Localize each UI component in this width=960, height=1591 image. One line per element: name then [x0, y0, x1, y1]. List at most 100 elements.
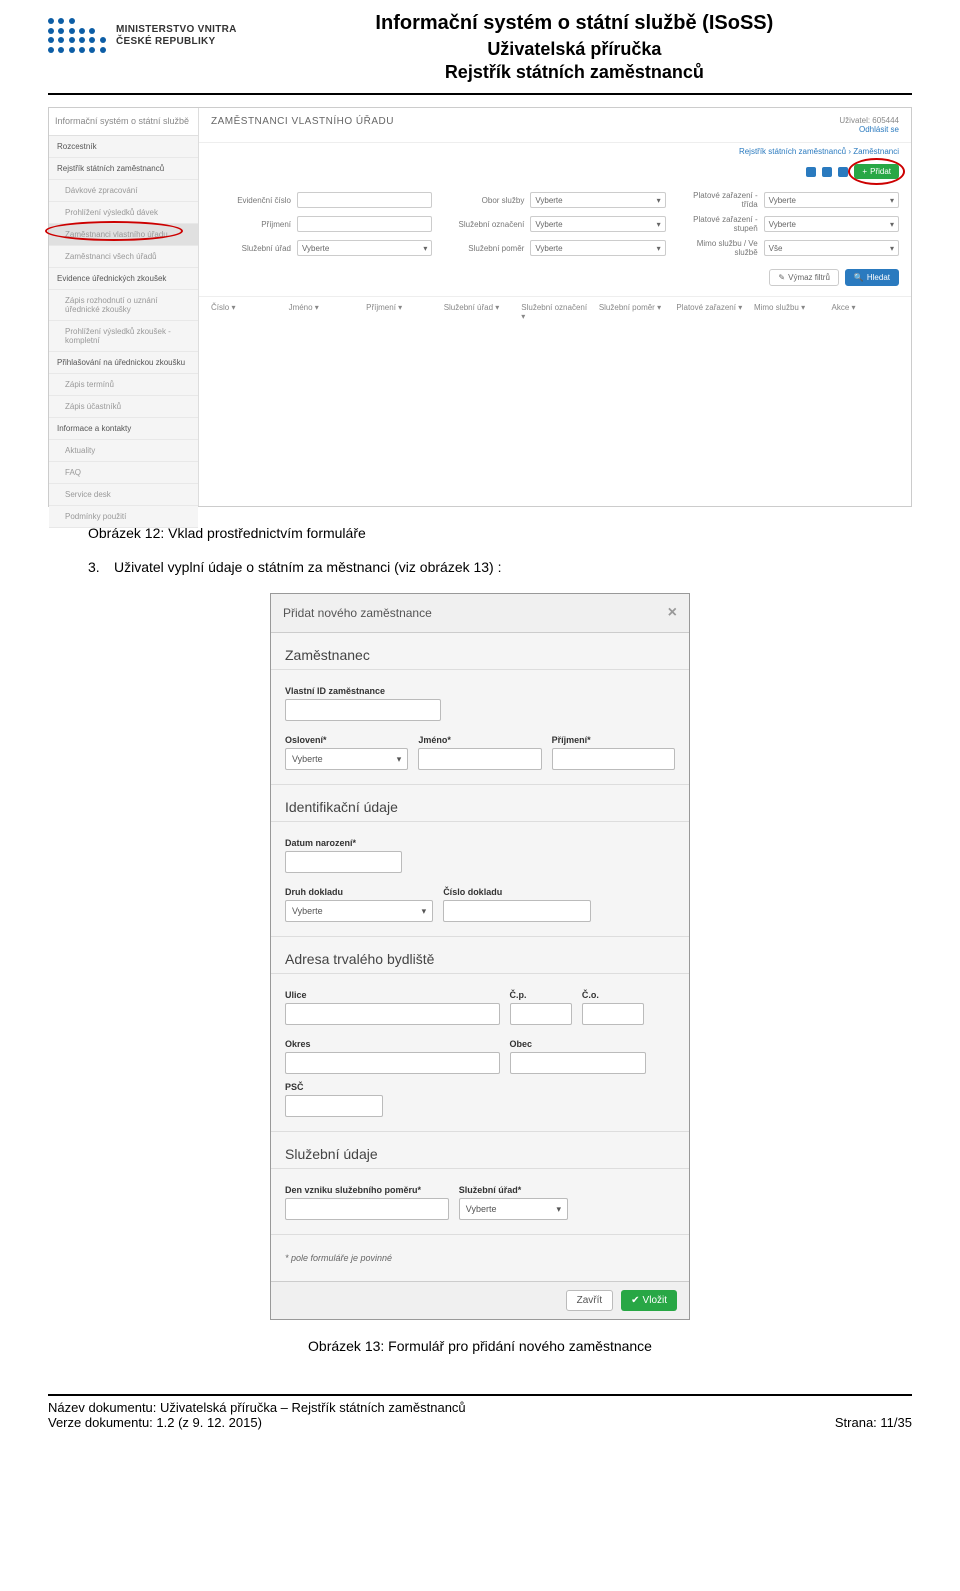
sidebar-item[interactable]: Dávkové zpracování: [49, 180, 198, 202]
input-cislo-dokladu[interactable]: [443, 900, 591, 922]
select-osloveni[interactable]: Vyberte▾: [285, 748, 408, 770]
annotation-oval-nav: [45, 221, 183, 241]
sidebar-item[interactable]: Aktuality: [49, 440, 198, 462]
footer-page-value: 11/35: [880, 1415, 912, 1430]
table-column[interactable]: Příjmení ▾: [366, 303, 434, 321]
table-column[interactable]: Služební úřad ▾: [444, 303, 512, 321]
sidebar-item[interactable]: Evidence úřednických zkoušek: [49, 268, 198, 290]
select-obor[interactable]: Vyberte▾: [530, 192, 665, 208]
chevron-down-icon: ▾: [890, 244, 894, 253]
filter-label: Mimo službu / Ve službě: [678, 239, 758, 257]
input-datum-nar[interactable]: [285, 851, 402, 873]
breadcrumb[interactable]: Rejstřík státních zaměstnanců › Zaměstna…: [739, 147, 899, 156]
label-osloveni: Oslovení*: [285, 735, 408, 745]
sidebar-item[interactable]: Prohlížení výsledků zkoušek - kompletní: [49, 321, 198, 352]
input-prijmeni[interactable]: [297, 216, 432, 232]
sidebar-item[interactable]: FAQ: [49, 462, 198, 484]
filter-label: Platové zařazení - stupeň: [678, 215, 758, 233]
label-prijmeni: Příjmení*: [552, 735, 675, 745]
section-service: Služební údaje: [271, 1132, 689, 1169]
export-icon[interactable]: [806, 167, 816, 177]
sidebar-item[interactable]: Zápis termínů: [49, 374, 198, 396]
sidebar-item[interactable]: Zápis účastníků: [49, 396, 198, 418]
logout-link[interactable]: Odhlásit se: [859, 125, 899, 134]
label-obec: Obec: [510, 1039, 647, 1049]
step-3-text: 3.Uživatel vyplní údaje o státním za měs…: [48, 559, 912, 575]
add-button[interactable]: + Přidat: [854, 164, 899, 179]
sidebar-item[interactable]: Informace a kontakty: [49, 418, 198, 440]
chevron-down-icon: ▾: [657, 244, 661, 253]
logo-line1: MINISTERSTVO VNITRA: [116, 24, 237, 36]
logo-line2: ČESKÉ REPUBLIKY: [116, 36, 237, 48]
input-jmeno[interactable]: [418, 748, 541, 770]
select-mimo[interactable]: Vše▾: [764, 240, 899, 256]
section-ident: Identifikační údaje: [271, 785, 689, 822]
clear-filters-button[interactable]: ✎Výmaz filtrů: [769, 269, 839, 286]
label-psc: PSČ: [285, 1082, 383, 1092]
select-pomer[interactable]: Vyberte▾: [530, 240, 665, 256]
table-column[interactable]: Akce ▾: [832, 303, 900, 321]
sidebar-item[interactable]: Zaměstnanci vlastního úřadu: [49, 224, 198, 246]
sidebar-item[interactable]: Zaměstnanci všech úřadů: [49, 246, 198, 268]
label-datum-nar: Datum narození*: [285, 838, 402, 848]
input-vlastni-id[interactable]: [285, 699, 441, 721]
export-icon-2[interactable]: [822, 167, 832, 177]
label-ulice: Ulice: [285, 990, 500, 1000]
chevron-down-icon: ▾: [423, 244, 427, 253]
filter-label: Služební poměr: [444, 244, 524, 253]
label-cislo-dokladu: Číslo dokladu: [443, 887, 591, 897]
label-druh-dokladu: Druh dokladu: [285, 887, 433, 897]
chevron-down-icon: ▾: [657, 220, 661, 229]
input-co[interactable]: [582, 1003, 644, 1025]
select-trida[interactable]: Vyberte▾: [764, 192, 899, 208]
table-column[interactable]: Číslo ▾: [211, 303, 279, 321]
step-body: Uživatel vyplní údaje o státním za městn…: [114, 559, 502, 575]
sidebar-item[interactable]: Zápis rozhodnutí o uznání úřednické zkou…: [49, 290, 198, 321]
sidebar-item[interactable]: Přihlašování na úřednickou zkoušku: [49, 352, 198, 374]
input-cp[interactable]: [510, 1003, 572, 1025]
select-sluz-urad[interactable]: Vyberte▾: [459, 1198, 568, 1220]
input-den-vzniku[interactable]: [285, 1198, 449, 1220]
sidebar-item[interactable]: Service desk: [49, 484, 198, 506]
app-brand: Informační systém o státní službě: [49, 108, 198, 136]
close-icon[interactable]: ×: [668, 604, 677, 622]
select-urad[interactable]: Vyberte▾: [297, 240, 432, 256]
input-psc[interactable]: [285, 1095, 383, 1117]
sidebar-item[interactable]: Prohlížení výsledků dávek: [49, 202, 198, 224]
label-jmeno: Jméno*: [418, 735, 541, 745]
close-button[interactable]: Zavřít: [566, 1290, 614, 1311]
footer-ver-value: 1.2 (z 9. 12. 2015): [156, 1415, 262, 1430]
input-okres[interactable]: [285, 1052, 500, 1074]
page-header: MINISTERSTVO VNITRA ČESKÉ REPUBLIKY Info…: [48, 0, 912, 85]
select-stupen[interactable]: Vyberte▾: [764, 216, 899, 232]
table-column[interactable]: Mimo službu ▾: [754, 303, 822, 321]
sidebar-item[interactable]: Podmínky použití: [49, 506, 198, 528]
select-oznaceni[interactable]: Vyberte▾: [530, 216, 665, 232]
label-sluz-urad: Služební úřad*: [459, 1185, 568, 1195]
screenshot-employee-list: Informační systém o státní službě Rozces…: [48, 107, 912, 507]
ministry-logo: MINISTERSTVO VNITRA ČESKÉ REPUBLIKY: [48, 18, 237, 54]
table-column[interactable]: Jméno ▾: [289, 303, 357, 321]
input-ulice[interactable]: [285, 1003, 500, 1025]
table-column[interactable]: Služební poměr ▾: [599, 303, 667, 321]
save-button[interactable]: ✔Vložit: [621, 1290, 677, 1311]
chevron-down-icon: ▾: [657, 196, 661, 205]
chevron-down-icon: ▾: [890, 220, 894, 229]
input-prijmeni[interactable]: [552, 748, 675, 770]
sidebar-item[interactable]: Rejstřík státních zaměstnanců: [49, 158, 198, 180]
sidebar-item[interactable]: Rozcestník: [49, 136, 198, 158]
select-druh-dokladu[interactable]: Vyberte▾: [285, 900, 433, 922]
chevron-down-icon: ▾: [556, 1204, 561, 1215]
table-column[interactable]: Platové zařazení ▾: [676, 303, 744, 321]
input-obec[interactable]: [510, 1052, 647, 1074]
filter-label: Evidenční číslo: [211, 196, 291, 205]
search-button[interactable]: 🔍Hledat: [845, 269, 899, 286]
user-info: Uživatel: 605444 Odhlásit se: [839, 116, 899, 134]
table-column[interactable]: Služební označení ▾: [521, 303, 589, 321]
input-evidencni[interactable]: [297, 192, 432, 208]
doc-title-1: Informační systém o státní službě (ISoSS…: [237, 12, 912, 35]
export-icon-3[interactable]: [838, 167, 848, 177]
chevron-down-icon: ▾: [422, 906, 427, 917]
required-note: * pole formuláře je povinné: [271, 1235, 689, 1281]
eraser-icon: ✎: [778, 273, 785, 282]
